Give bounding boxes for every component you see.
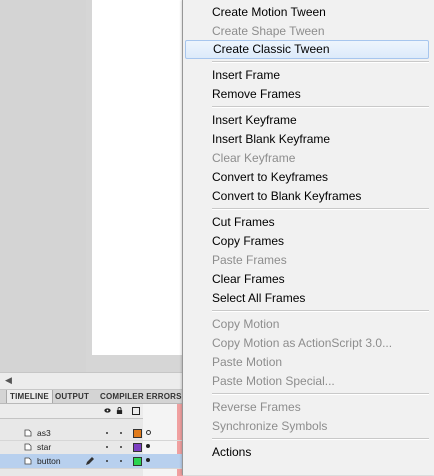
lock-icon[interactable] — [116, 407, 123, 414]
layer-icon — [24, 429, 32, 437]
lock-dot[interactable] — [120, 460, 122, 462]
layer-row-star[interactable]: star — [0, 440, 190, 455]
stage-horizontal-scrollbar[interactable]: ◀ — [0, 372, 190, 390]
scroll-left-arrow-icon[interactable]: ◀ — [5, 375, 12, 386]
menu-item-insert-blank-keyframe[interactable]: Insert Blank Keyframe — [185, 130, 429, 149]
layer-color-swatch[interactable] — [133, 443, 142, 452]
tab-timeline[interactable]: TIMELINE — [6, 390, 53, 403]
tab-output[interactable]: OUTPUT — [52, 390, 92, 403]
empty-keyframe[interactable] — [146, 430, 151, 435]
menu-separator — [212, 61, 429, 63]
menu-separator — [212, 208, 429, 210]
stage-canvas[interactable] — [92, 0, 184, 355]
menu-item-remove-frames[interactable]: Remove Frames — [185, 85, 429, 104]
menu-item-create-shape-tween: Create Shape Tween — [212, 24, 325, 38]
menu-item-copy-motion: Copy Motion — [212, 317, 280, 331]
menu-item-convert-to-blank-keyframes[interactable]: Convert to Blank Keyframes — [185, 187, 429, 206]
layer-color-swatch[interactable] — [133, 429, 142, 438]
menu-item-paste-frames: Paste Frames — [212, 253, 287, 267]
menu-item-create-motion-tween[interactable]: Create Motion Tween — [185, 3, 429, 22]
menu-item-insert-frame[interactable]: Insert Frame — [185, 66, 429, 85]
outline-icon[interactable] — [132, 407, 140, 415]
menu-item-insert-keyframe[interactable]: Insert Keyframe — [185, 111, 429, 130]
visibility-dot[interactable] — [106, 460, 108, 462]
menu-item-copy-motion-as-actionscript: Copy Motion as ActionScript 3.0... — [212, 336, 393, 350]
menu-separator — [212, 438, 429, 440]
layer-color-swatch[interactable] — [133, 457, 142, 466]
keyframe[interactable] — [146, 444, 150, 448]
menu-separator — [212, 106, 429, 108]
layer-icon — [24, 443, 32, 451]
layer-row-as3[interactable]: as3 — [0, 426, 190, 441]
menu-item-select-all-frames[interactable]: Select All Frames — [185, 289, 429, 308]
lock-dot[interactable] — [120, 432, 122, 434]
menu-separator — [212, 310, 429, 312]
layer-name: as3 — [37, 428, 51, 438]
menu-item-clear-keyframe: Clear Keyframe — [212, 151, 296, 165]
layer-icon — [24, 457, 32, 465]
context-menu: Create Motion Tween Create Shape Tween C… — [182, 0, 434, 475]
visibility-dot[interactable] — [106, 432, 108, 434]
menu-separator — [212, 393, 429, 395]
eye-icon[interactable] — [104, 407, 111, 414]
menu-item-paste-motion-special: Paste Motion Special... — [212, 374, 335, 388]
menu-item-paste-motion: Paste Motion — [212, 355, 283, 369]
menu-item-convert-to-keyframes[interactable]: Convert to Keyframes — [185, 168, 429, 187]
lock-dot[interactable] — [120, 446, 122, 448]
layer-row-button[interactable]: button — [0, 454, 190, 469]
menu-item-cut-frames[interactable]: Cut Frames — [185, 213, 429, 232]
menu-item-clear-frames[interactable]: Clear Frames — [185, 270, 429, 289]
menu-item-create-classic-tween[interactable]: Create Classic Tween — [185, 40, 429, 59]
tab-compiler-errors[interactable]: COMPILER ERRORS — [97, 390, 185, 403]
menu-item-copy-frames[interactable]: Copy Frames — [185, 232, 429, 251]
menu-item-synchronize-symbols: Synchronize Symbols — [212, 419, 328, 433]
pencil-icon — [86, 457, 94, 465]
menu-item-reverse-frames: Reverse Frames — [212, 400, 301, 414]
visibility-dot[interactable] — [106, 446, 108, 448]
keyframe[interactable] — [146, 458, 150, 462]
menu-item-actions[interactable]: Actions — [185, 443, 429, 462]
layer-name: star — [37, 442, 52, 452]
workspace-pasteboard — [0, 0, 86, 375]
layer-name: button — [37, 456, 61, 466]
panel-tabs: TIMELINE OUTPUT COMPILER ERRORS — [0, 390, 190, 404]
